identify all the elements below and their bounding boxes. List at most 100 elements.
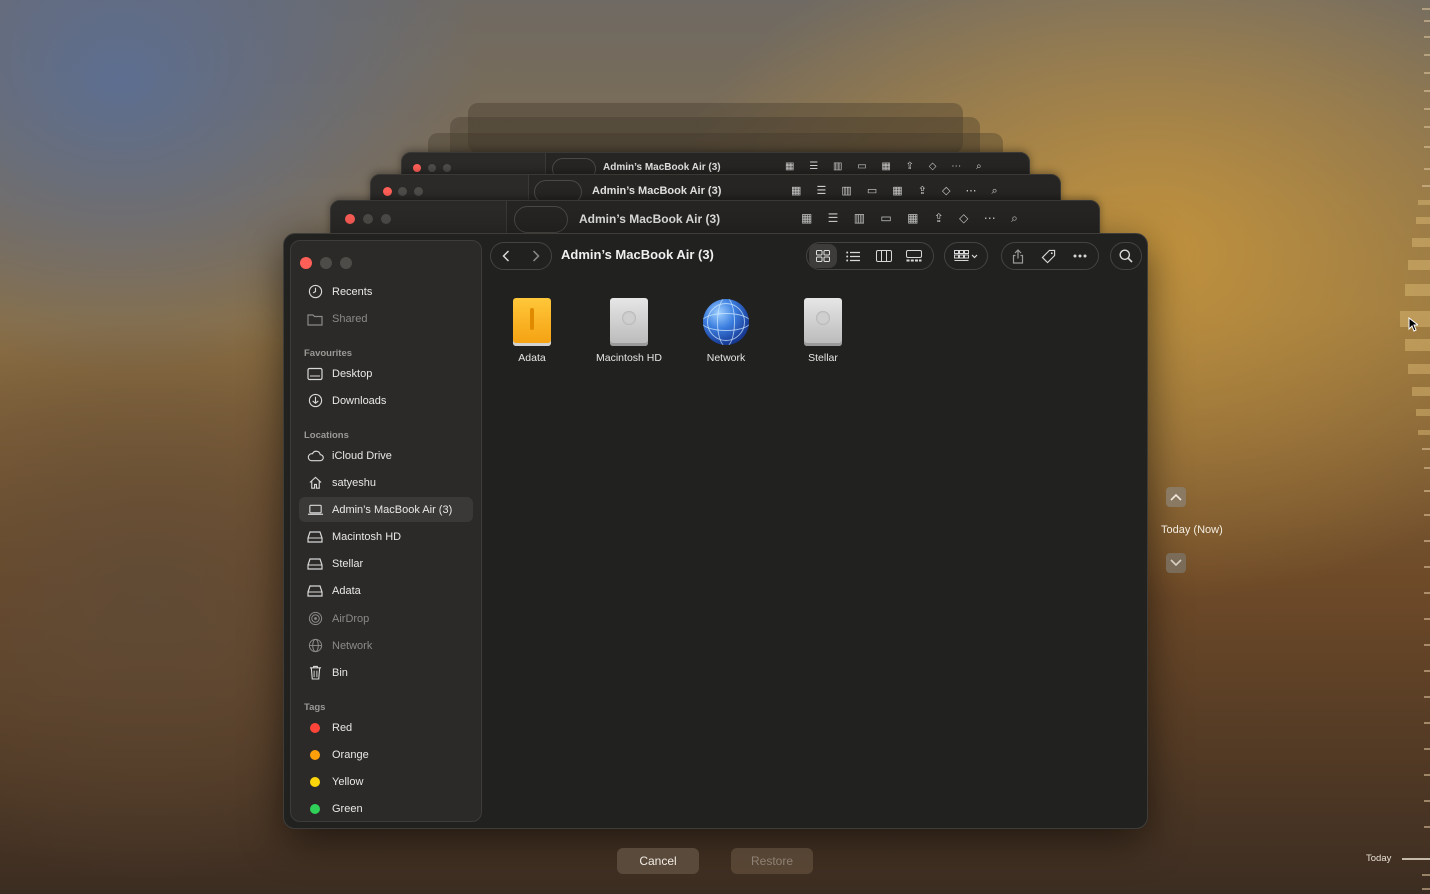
close-light <box>413 164 421 172</box>
file-item-macintosh-hd[interactable]: Macintosh HD <box>584 298 674 364</box>
restore-button[interactable]: Restore <box>731 848 813 874</box>
sidebar-item-label: Adata <box>332 584 361 597</box>
sidebar-item-adata[interactable]: Adata <box>299 578 473 603</box>
gallery-view-button[interactable] <box>899 244 929 268</box>
zoom-light <box>443 164 451 172</box>
sidebar-item-macintosh-hd[interactable]: Macintosh HD <box>299 524 473 549</box>
share-button[interactable] <box>1002 244 1033 268</box>
column-view-button[interactable] <box>868 244 899 268</box>
list-icon <box>845 251 860 261</box>
sidebar-item-label: Macintosh HD <box>332 530 402 543</box>
sidebar-item-macbook[interactable]: Admin’s MacBook Air (3) <box>299 497 473 522</box>
globe-icon <box>306 637 324 655</box>
close-light <box>383 187 392 196</box>
sidebar-item-label: Shared <box>332 312 368 325</box>
green-tag-icon <box>310 803 320 814</box>
sidebar-item-label: Stellar <box>332 557 364 570</box>
tag-button[interactable] <box>1033 244 1064 268</box>
network-globe-icon <box>703 299 749 345</box>
sidebar-item-label: Network <box>332 639 373 652</box>
actions-group <box>1001 242 1099 270</box>
time-earlier-button[interactable] <box>1166 487 1186 507</box>
external-drive-orange-icon <box>513 298 551 346</box>
back-button[interactable] <box>491 244 521 268</box>
internal-drive-icon <box>804 298 842 346</box>
section-header-favourites: Favourites <box>304 348 353 359</box>
close-button[interactable] <box>300 257 312 269</box>
file-label: Adata <box>518 352 546 364</box>
sidebar-item-shared[interactable]: Shared <box>299 306 473 331</box>
sidebar-item-label: iCloud Drive <box>332 449 392 462</box>
sidebar-item-label: Yellow <box>332 775 364 788</box>
toolbar-icons: ▦ ☰ ▥ ▭ ▦ ⇪ ◇ ⋯ ⌕ <box>785 161 988 172</box>
share-icon <box>1012 248 1023 264</box>
section-header-locations: Locations <box>304 430 349 441</box>
forward-button[interactable] <box>521 244 551 268</box>
sidebar-item-downloads[interactable]: Downloads <box>299 388 473 413</box>
more-button[interactable] <box>1064 244 1095 268</box>
sidebar-item-recents[interactable]: Recents <box>299 279 473 304</box>
file-label: Network <box>706 352 746 364</box>
file-item-adata[interactable]: Adata <box>487 298 577 364</box>
sidebar-tag-red[interactable]: Red <box>299 715 473 740</box>
view-mode-group <box>806 242 934 270</box>
search-button[interactable] <box>1110 242 1142 270</box>
sidebar-item-stellar[interactable]: Stellar <box>299 551 473 576</box>
download-icon <box>306 392 324 410</box>
cursor-icon <box>1408 317 1418 332</box>
gallery-icon <box>906 250 922 262</box>
chevron-right-icon <box>532 250 540 262</box>
columns-icon <box>875 250 892 262</box>
chevron-down-icon <box>1170 559 1182 567</box>
group-icon <box>954 250 978 261</box>
ellipsis-icon <box>1073 254 1086 258</box>
file-label: Stellar <box>808 352 838 364</box>
window-title: Admin’s MacBook Air (3) <box>592 185 722 197</box>
airdrop-icon <box>306 610 324 628</box>
sidebar-item-home[interactable]: satyeshu <box>299 470 473 495</box>
cancel-button[interactable]: Cancel <box>617 848 699 874</box>
timeline[interactable] <box>1390 0 1430 894</box>
window-title: Admin’s MacBook Air (3) <box>579 212 721 226</box>
red-tag-icon <box>310 722 320 733</box>
file-label: Macintosh HD <box>596 352 662 364</box>
zoom-button[interactable] <box>340 257 352 269</box>
icon-view-button[interactable] <box>809 244 837 268</box>
close-light <box>345 214 355 224</box>
minimize-light <box>363 214 373 224</box>
sidebar-item-label: Green <box>332 802 363 815</box>
sidebar-tag-yellow[interactable]: Yellow <box>299 769 473 794</box>
sidebar-item-airdrop[interactable]: AirDrop <box>299 606 473 631</box>
group-by-button[interactable] <box>944 242 988 270</box>
time-later-button[interactable] <box>1166 553 1186 573</box>
toolbar-icons: ▦ ☰ ▥ ▭ ▦ ⇪ ◇ ⋯ ⌕ <box>791 185 1004 197</box>
window-title: Admin’s MacBook Air (3) <box>603 162 721 173</box>
time-current-label: Today (Now) <box>1161 524 1223 536</box>
sidebar-tag-green[interactable]: Green <box>299 796 473 821</box>
sidebar-item-label: AirDrop <box>332 612 370 625</box>
file-item-network[interactable]: Network <box>681 298 771 364</box>
minimize-button[interactable] <box>320 257 332 269</box>
file-item-stellar[interactable]: Stellar <box>778 298 868 364</box>
internal-drive-icon <box>610 298 648 346</box>
drive-icon <box>306 528 324 546</box>
yellow-tag-icon <box>310 776 320 787</box>
timeline-today-label: Today <box>1366 853 1392 864</box>
desktop-icon <box>306 365 324 383</box>
laptop-icon <box>306 501 324 519</box>
sidebar-item-icloud[interactable]: iCloud Drive <box>299 443 473 468</box>
minimize-light <box>398 187 407 196</box>
home-icon <box>306 474 324 492</box>
sidebar-item-desktop[interactable]: Desktop <box>299 361 473 386</box>
sidebar-item-label: Downloads <box>332 394 387 407</box>
sidebar-item-network[interactable]: Network <box>299 633 473 658</box>
drive-icon <box>306 582 324 600</box>
sidebar-item-label: Red <box>332 721 353 734</box>
chevron-left-icon <box>502 250 510 262</box>
sidebar-tag-orange[interactable]: Orange <box>299 742 473 767</box>
search-icon <box>1119 249 1133 263</box>
list-view-button[interactable] <box>837 244 868 268</box>
sidebar-item-bin[interactable]: Bin <box>299 660 473 685</box>
nav-buttons <box>514 206 568 233</box>
sidebar-item-label: Admin’s MacBook Air (3) <box>332 503 453 516</box>
